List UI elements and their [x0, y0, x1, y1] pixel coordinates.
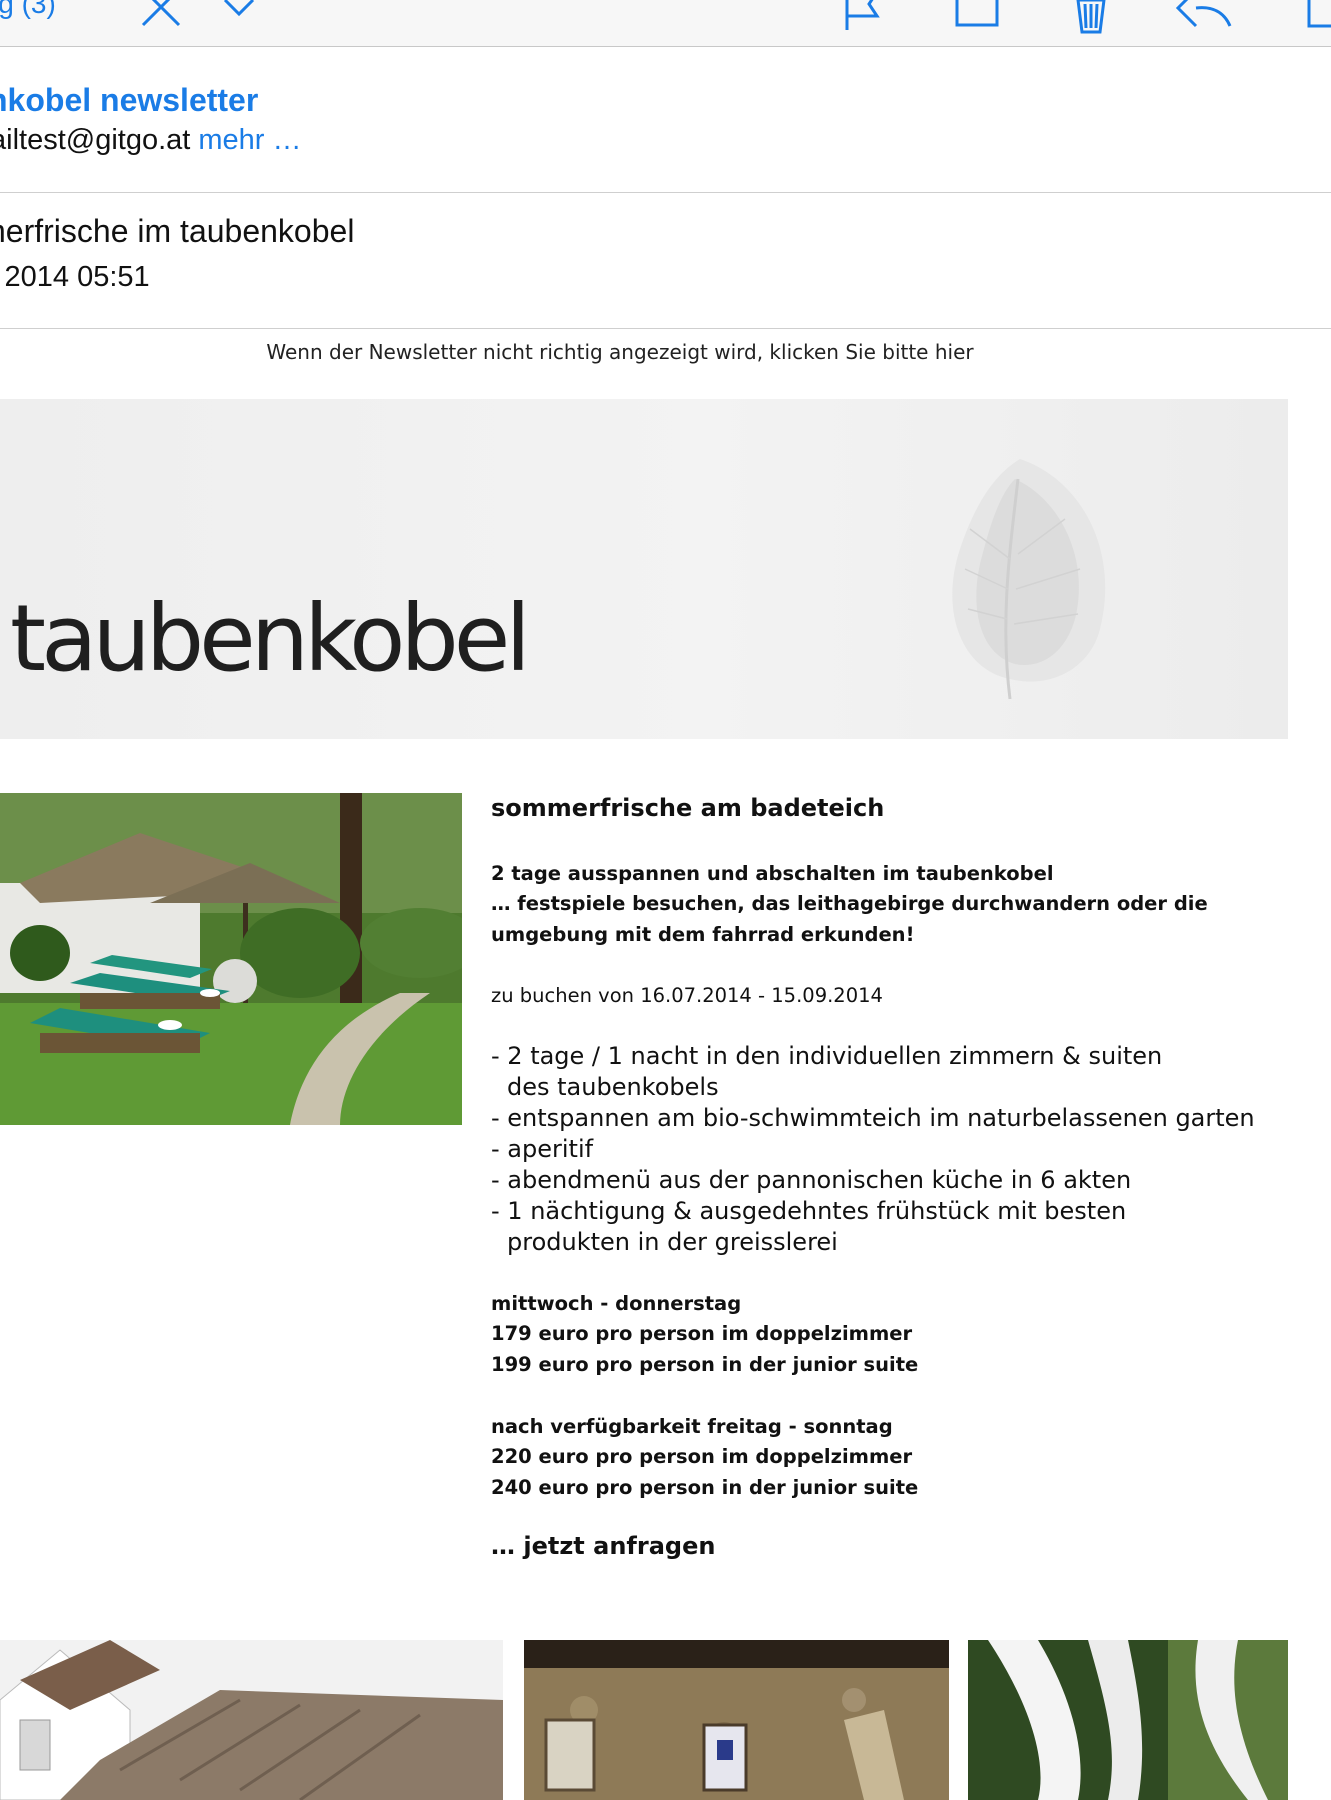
price-line: 240 euro pro person in der junior suite — [491, 1476, 919, 1499]
divider — [0, 328, 1331, 329]
package-item: - 1 nächtigung & ausgedehntes frühstück … — [491, 1197, 1127, 1225]
gallery-photo-roof — [0, 1640, 503, 1800]
chevron-down-icon[interactable] — [222, 0, 256, 28]
booking-period: zu buchen von 16.07.2014 - 15.09.2014 — [491, 984, 883, 1007]
price-line: 199 euro pro person in der junior suite — [491, 1353, 919, 1376]
package-item: - entspannen am bio-schwimmteich im natu… — [491, 1104, 1255, 1132]
more-link[interactable]: mehr … — [198, 124, 301, 156]
email-date: i 2014 05:51 — [0, 261, 150, 293]
trash-icon[interactable] — [1074, 0, 1108, 34]
package-item: - aperitif — [491, 1135, 594, 1163]
package-item: des taubenkobels — [507, 1073, 719, 1101]
price-heading: mittwoch - donnerstag — [491, 1292, 742, 1315]
feather-image — [952, 459, 1106, 700]
intro-line: umgebung mit dem fahrrad erkunden! — [491, 923, 915, 946]
sender-line: ailtest@gitgo.at mehr … — [0, 124, 302, 157]
inquire-link[interactable]: … jetzt anfragen — [491, 1532, 715, 1560]
intro-line: … festspiele besuchen, das leithagebirge… — [491, 892, 1208, 915]
newsletter-view-link[interactable]: Wenn der Newsletter nicht richtig angeze… — [0, 340, 1240, 364]
sender-email: ailtest@gitgo.at — [0, 124, 191, 156]
price-line: 220 euro pro person im doppelzimmer — [491, 1445, 913, 1468]
taubenkobel-logo: taubenkobel — [10, 585, 531, 692]
email-subject: nerfrische im taubenkobel — [0, 213, 355, 249]
sender-name[interactable]: nkobel newsletter — [0, 82, 258, 119]
folder-icon[interactable] — [954, 0, 1000, 30]
package-item: produkten in der greisslerei — [507, 1228, 838, 1256]
intro-line: 2 tage ausspannen und abschalten im taub… — [491, 862, 1054, 885]
mail-toolbar: ig (3) — [0, 0, 1331, 47]
package-item: - abendmenü aus der pannonischen küche i… — [491, 1166, 1132, 1194]
package-item: - 2 tage / 1 nacht in den individuellen … — [491, 1042, 1163, 1070]
back-button[interactable]: ig (3) — [0, 0, 56, 20]
reply-icon[interactable] — [1172, 0, 1234, 30]
offer-headline: sommerfrische am badeteich — [491, 794, 885, 822]
garden-photo — [0, 793, 462, 1125]
price-line: 179 euro pro person im doppelzimmer — [491, 1322, 913, 1345]
price-heading: nach verfügbarkeit freitag - sonntag — [491, 1415, 893, 1438]
flag-icon[interactable] — [843, 0, 883, 30]
close-icon[interactable] — [140, 0, 182, 28]
newsletter-banner: taubenkobel — [0, 399, 1288, 739]
gallery-photo-curtain — [968, 1640, 1288, 1800]
divider — [0, 192, 1331, 193]
gallery-photo-stone-wall — [524, 1640, 949, 1800]
compose-icon[interactable] — [1305, 0, 1331, 30]
